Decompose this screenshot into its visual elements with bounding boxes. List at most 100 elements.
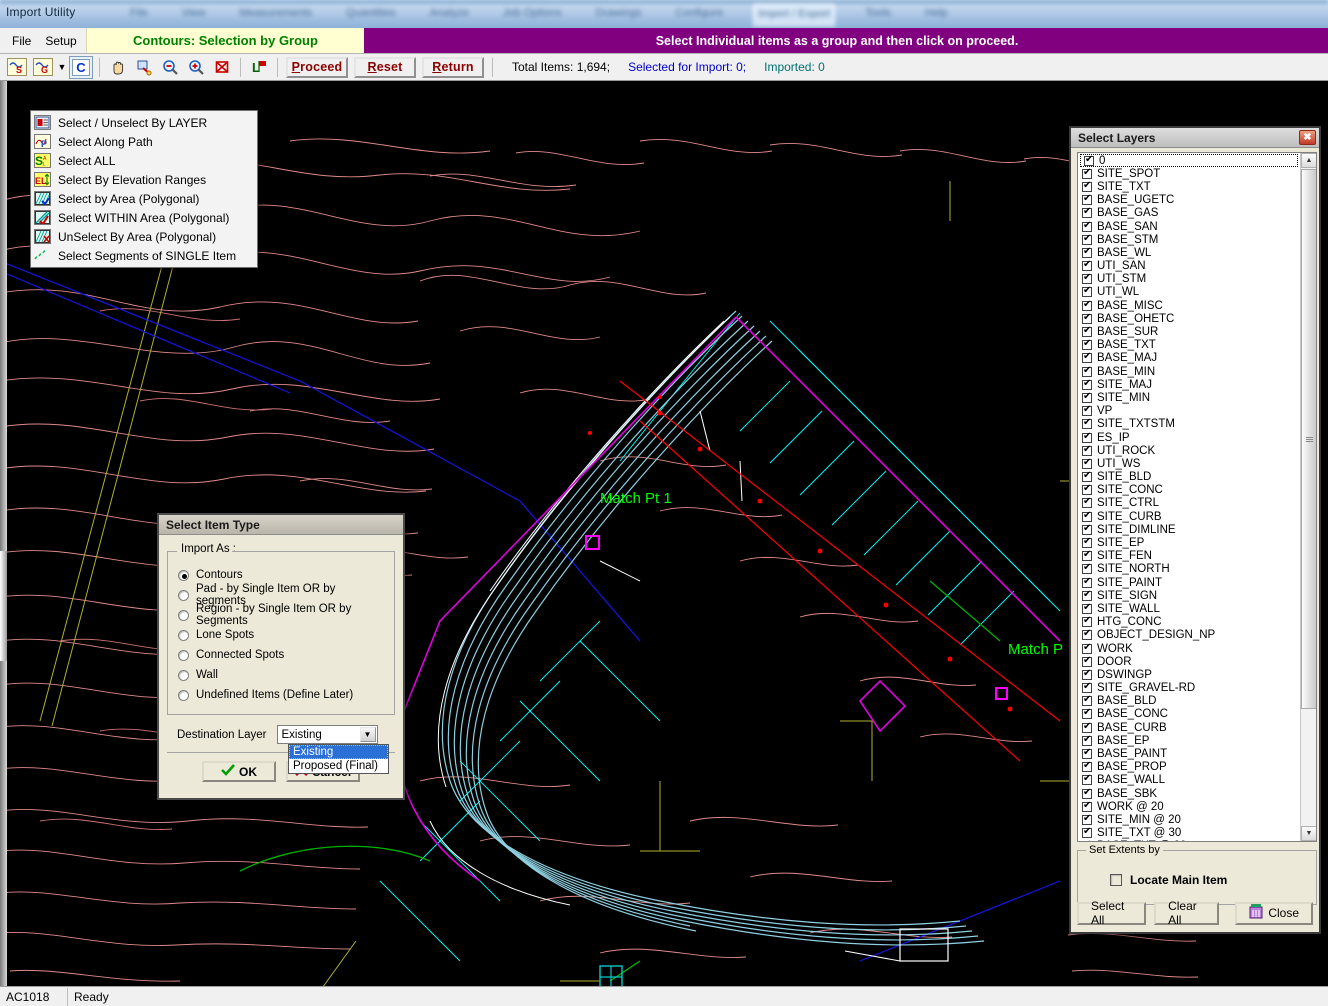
radio-indicator[interactable] — [178, 630, 189, 641]
layer-checkbox[interactable] — [1084, 156, 1094, 166]
layer-row[interactable]: 0 — [1080, 154, 1298, 167]
layer-checkbox[interactable] — [1082, 485, 1092, 495]
menu-file[interactable]: File — [12, 34, 31, 48]
zoom-out-icon[interactable] — [158, 56, 182, 79]
layer-row[interactable]: ES_IP — [1078, 431, 1300, 444]
layer-row[interactable]: BASE_PROP — [1078, 761, 1300, 774]
locate-main-item-checkbox[interactable] — [1110, 874, 1122, 886]
layer-checkbox[interactable] — [1082, 657, 1092, 667]
layer-row[interactable]: SITE_CURB — [1078, 510, 1300, 523]
select-all-button[interactable]: Select All — [1077, 902, 1146, 925]
layer-row[interactable]: VP — [1078, 405, 1300, 418]
menu-setup[interactable]: Setup — [45, 34, 76, 48]
layer-checkbox[interactable] — [1082, 248, 1092, 258]
layer-checkbox[interactable] — [1082, 762, 1092, 772]
layer-row[interactable]: BASE_CURB — [1078, 721, 1300, 734]
layer-checkbox[interactable] — [1082, 564, 1092, 574]
ribbon-tab-3[interactable]: Quantities — [342, 4, 400, 26]
layer-checkbox[interactable] — [1082, 815, 1092, 825]
ribbon-tab-6[interactable]: Drawings — [592, 4, 646, 26]
layer-row[interactable]: UTI_WL — [1078, 286, 1300, 299]
ribbon-tab-9[interactable]: Tools — [861, 4, 895, 26]
layer-checkbox[interactable] — [1082, 512, 1092, 522]
layer-row[interactable]: SITE_BLD — [1078, 471, 1300, 484]
layer-checkbox[interactable] — [1082, 353, 1092, 363]
layer-checkbox[interactable] — [1082, 709, 1092, 719]
layer-row[interactable]: SITE_SPOT — [1078, 167, 1300, 180]
proceed-button[interactable]: Proceed — [286, 57, 348, 78]
layer-row[interactable]: DOOR — [1078, 655, 1300, 668]
layer-checkbox[interactable] — [1082, 683, 1092, 693]
radio-lone-spots[interactable]: Lone Spots — [178, 625, 384, 645]
layer-checkbox[interactable] — [1082, 802, 1092, 812]
ribbon-tab-4[interactable]: Analyze — [426, 4, 473, 26]
layer-checkbox[interactable] — [1082, 380, 1092, 390]
layer-row[interactable]: UTI_ROCK — [1078, 444, 1300, 457]
ribbon-tab-1[interactable]: View — [178, 4, 210, 26]
layer-row[interactable]: WORK — [1078, 642, 1300, 655]
layer-row[interactable]: SITE_MIN @ 20 — [1078, 813, 1300, 826]
selection-method-menu[interactable]: Select / Unselect By LAYER P Select Alon… — [30, 110, 258, 268]
layer-row[interactable]: SITE_EP — [1078, 536, 1300, 549]
layer-checkbox[interactable] — [1082, 222, 1092, 232]
layer-checkbox[interactable] — [1082, 841, 1092, 842]
layer-row[interactable]: BASE_MAJ — [1078, 352, 1300, 365]
layer-row[interactable]: BASE_BLD — [1078, 695, 1300, 708]
layer-checkbox[interactable] — [1082, 446, 1092, 456]
layer-checkbox[interactable] — [1082, 578, 1092, 588]
layer-checkbox[interactable] — [1082, 459, 1092, 469]
destination-layer-options[interactable]: Existing Proposed (Final) — [288, 744, 389, 774]
layer-checkbox[interactable] — [1082, 498, 1092, 508]
layer-checkbox[interactable] — [1082, 393, 1092, 403]
radio-indicator[interactable] — [178, 670, 189, 681]
layer-checkbox[interactable] — [1082, 630, 1092, 640]
layers-list-container[interactable]: 0SITE_SPOTSITE_TXTBASE_UGETCBASE_GASBASE… — [1077, 152, 1317, 842]
layer-checkbox[interactable] — [1082, 195, 1092, 205]
radio-indicator[interactable] — [178, 570, 189, 581]
option-proposed-final[interactable]: Proposed (Final) — [289, 759, 388, 773]
menu-select-by-area[interactable]: Select by Area (Polygonal) — [31, 189, 257, 208]
locate-main-item-row[interactable]: Locate Main Item — [1110, 873, 1227, 887]
contour-mode-button[interactable]: C — [69, 56, 93, 79]
layer-checkbox[interactable] — [1082, 696, 1092, 706]
layer-checkbox[interactable] — [1082, 723, 1092, 733]
radio-indicator[interactable] — [178, 690, 189, 701]
menu-select-by-layer[interactable]: Select / Unselect By LAYER — [31, 113, 257, 132]
close-icon[interactable]: ✖ — [1299, 130, 1316, 145]
layer-row[interactable]: SITE_SIGN — [1078, 589, 1300, 602]
clear-all-button[interactable]: Clear All — [1154, 902, 1219, 925]
layer-row[interactable]: SITE_TXT — [1078, 180, 1300, 193]
layer-checkbox[interactable] — [1082, 327, 1092, 337]
radio-indicator[interactable] — [178, 610, 189, 621]
layer-row[interactable]: SITE_GRAVEL-RD — [1078, 682, 1300, 695]
menu-select-all[interactable]: SAL Select ALL — [31, 151, 257, 170]
layer-checkbox[interactable] — [1082, 591, 1092, 601]
scroll-up-icon[interactable]: ▲ — [1301, 153, 1317, 168]
layer-checkbox[interactable] — [1082, 749, 1092, 759]
layer-checkbox[interactable] — [1082, 525, 1092, 535]
layer-row[interactable]: HTG_CONC — [1078, 616, 1300, 629]
layer-checkbox[interactable] — [1082, 261, 1092, 271]
layer-row[interactable]: BASE_SBK — [1078, 787, 1300, 800]
layer-row[interactable]: SITE_FEN — [1078, 550, 1300, 563]
layer-checkbox[interactable] — [1082, 775, 1092, 785]
chevron-down-icon[interactable]: ▼ — [360, 727, 376, 742]
layer-checkbox[interactable] — [1082, 340, 1092, 350]
layer-row[interactable]: BASE_PAINT — [1078, 747, 1300, 760]
layer-row[interactable]: SITE_CTRL — [1078, 497, 1300, 510]
layer-row[interactable]: BASE_STM — [1078, 233, 1300, 246]
layer-checkbox[interactable] — [1082, 789, 1092, 799]
layer-row[interactable]: SITE_MAJ — [1078, 378, 1300, 391]
layer-icon[interactable]: L — [247, 56, 271, 79]
scroll-down-icon[interactable]: ▼ — [1301, 826, 1317, 841]
radio-region[interactable]: Region - by Single Item OR by Segments — [178, 605, 384, 625]
ribbon-tab-2[interactable]: Measurements — [235, 4, 316, 26]
layer-row[interactable]: BASE_SUR — [1078, 325, 1300, 338]
layer-row[interactable]: BASE_TXT — [1078, 339, 1300, 352]
layers-scroll-thumb[interactable] — [1301, 169, 1317, 709]
layer-checkbox[interactable] — [1082, 433, 1092, 443]
layer-checkbox[interactable] — [1082, 644, 1092, 654]
layer-row[interactable]: BASE_UGETC — [1078, 194, 1300, 207]
layer-checkbox[interactable] — [1082, 406, 1092, 416]
layer-checkbox[interactable] — [1082, 287, 1092, 297]
